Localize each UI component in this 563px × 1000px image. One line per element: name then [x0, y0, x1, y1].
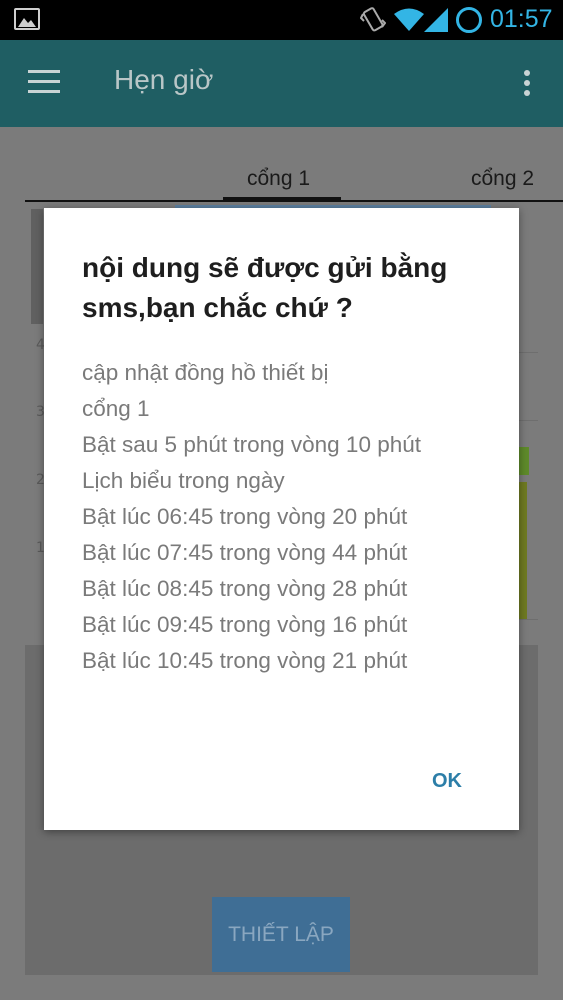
message-line: Bật sau 5 phút trong vòng 10 phút	[82, 432, 422, 457]
background-block	[31, 209, 43, 324]
status-bar: 01:57	[0, 0, 563, 40]
more-options-icon[interactable]	[524, 70, 532, 98]
menu-icon[interactable]	[28, 70, 60, 94]
battery-icon	[456, 7, 482, 33]
dialog-title: nội dung sẽ được gửi bằng sms,bạn chắc c…	[82, 252, 448, 323]
message-line: Bật lúc 07:45 trong vòng 44 phút	[82, 540, 408, 565]
message-line: Lịch biểu trong ngày	[82, 468, 285, 493]
wifi-icon	[394, 8, 424, 31]
signal-icon	[424, 8, 448, 32]
app-bar: Hẹn giờ	[0, 40, 563, 127]
clock: 01:57	[490, 5, 553, 33]
background-accent	[519, 482, 527, 620]
tab-indicator	[223, 197, 341, 202]
tab-bar: cổng 1 cổng 2	[25, 157, 563, 202]
message-line: Bật lúc 06:45 trong vòng 20 phút	[82, 504, 408, 529]
dialog-message: cập nhật đồng hồ thiết bị cổng 1 Bật sau…	[82, 355, 502, 679]
message-line: cổng 1	[82, 396, 150, 421]
setup-button[interactable]: THIẾT LẬP	[212, 897, 350, 972]
message-line: Bật lúc 09:45 trong vòng 16 phút	[82, 612, 408, 637]
tab-port-1[interactable]: cổng 1	[247, 167, 310, 191]
image-icon	[14, 8, 40, 30]
message-line: cập nhật đồng hồ thiết bị	[82, 360, 329, 385]
confirm-dialog: nội dung sẽ được gửi bằng sms,bạn chắc c…	[44, 208, 519, 830]
background-accent	[519, 447, 529, 475]
tab-port-2[interactable]: cổng 2	[471, 167, 534, 191]
message-line: Bật lúc 08:45 trong vòng 28 phút	[82, 576, 408, 601]
message-line: Bật lúc 10:45 trong vòng 21 phút	[82, 648, 408, 673]
vibrate-icon	[360, 7, 386, 32]
page-title: Hẹn giờ	[114, 64, 214, 95]
ok-button[interactable]: OK	[422, 766, 472, 796]
